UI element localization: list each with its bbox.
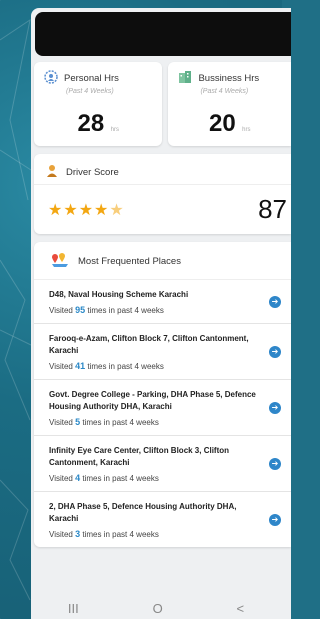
list-item[interactable]: Farooq-e-Azam, Clifton Block 7, Clifton … — [34, 324, 291, 380]
hours-row: Personal Hrs (Past 4 Weeks) 28 hrs Bussi… — [34, 62, 291, 146]
arrow-right-circle-icon[interactable]: ➔ — [269, 345, 281, 358]
frequent-places-card: Most Frequented Places D48, Naval Housin… — [34, 242, 291, 547]
place-visits: Visited 3 times in past 4 weeks — [49, 529, 159, 539]
driver-score-header: Driver Score — [34, 154, 291, 181]
business-hours-unit: hrs — [242, 127, 251, 133]
person-gear-icon — [44, 70, 58, 87]
place-name: D48, Naval Housing Scheme Karachi — [49, 290, 189, 299]
list-item[interactable]: Govt. Degree College - Parking, DHA Phas… — [34, 380, 291, 436]
personal-hours-value: 28 — [77, 110, 105, 137]
driver-score-title: Driver Score — [66, 167, 119, 178]
arrow-right-circle-icon[interactable]: ➔ — [269, 401, 281, 414]
personal-hours-header: Personal Hrs — [44, 70, 154, 87]
phone-screen: Personal Hrs (Past 4 Weeks) 28 hrs Bussi… — [31, 8, 291, 619]
place-name: Infinity Eye Care Center, Clifton Block … — [49, 446, 230, 467]
business-hours-header: Bussiness Hrs — [178, 70, 283, 87]
visit-count: 5 — [75, 417, 81, 427]
business-hours-period: (Past 4 Weeks) — [200, 88, 249, 95]
place-name: Farooq-e-Azam, Clifton Block 7, Clifton … — [49, 334, 249, 355]
frequent-places-title: Most Frequented Places — [78, 256, 181, 267]
list-item[interactable]: Infinity Eye Care Center, Clifton Block … — [34, 436, 291, 492]
back-button[interactable]: < — [237, 601, 245, 616]
business-hours-card[interactable]: Bussiness Hrs (Past 4 Weeks) 20 hrs — [168, 62, 291, 146]
home-button[interactable]: O — [153, 601, 163, 616]
list-item[interactable]: 2, DHA Phase 5, Defence Housing Authorit… — [34, 492, 291, 547]
visit-count: 41 — [75, 361, 86, 371]
status-bar — [35, 12, 291, 56]
arrow-right-circle-icon[interactable]: ➔ — [269, 295, 281, 308]
divider — [34, 184, 291, 185]
business-hours-value: 20 — [208, 110, 236, 137]
place-visits: Visited 5 times in past 4 weeks — [49, 417, 159, 427]
place-name: Govt. Degree College - Parking, DHA Phas… — [49, 390, 256, 411]
place-visits: Visited 41 times in past 4 weeks — [49, 361, 164, 371]
building-icon — [178, 70, 192, 87]
arrow-right-circle-icon[interactable]: ➔ — [269, 457, 281, 470]
personal-hours-unit: hrs — [110, 127, 119, 133]
arrow-right-circle-icon[interactable]: ➔ — [269, 513, 281, 526]
list-item[interactable]: D48, Naval Housing Scheme Karachi Visite… — [34, 280, 291, 324]
place-visits: Visited 95 times in past 4 weeks — [49, 305, 164, 315]
personal-hours-title: Personal Hrs — [64, 73, 119, 84]
place-visits: Visited 4 times in past 4 weeks — [49, 473, 159, 483]
business-hours-title: Bussiness Hrs — [198, 73, 260, 84]
personal-hours-period: (Past 4 Weeks) — [66, 88, 114, 95]
frequent-places-header: Most Frequented Places — [34, 242, 291, 280]
visit-count: 95 — [75, 305, 86, 315]
driver-score-value: 87 — [258, 194, 287, 224]
star-icon-half: ★ — [109, 202, 125, 219]
visit-count: 3 — [75, 529, 81, 539]
recents-button[interactable]: III — [68, 601, 79, 616]
driver-icon — [46, 164, 58, 181]
personal-hours-card[interactable]: Personal Hrs (Past 4 Weeks) 28 hrs — [34, 62, 163, 146]
android-nav-bar: III O < — [31, 588, 291, 619]
driver-score-card[interactable]: Driver Score ★★★★★ 87 — [34, 154, 291, 234]
visit-count: 4 — [75, 473, 81, 483]
star-rating: ★★★★★ — [48, 200, 125, 220]
map-pins-icon — [50, 252, 70, 271]
place-name: 2, DHA Phase 5, Defence Housing Authorit… — [49, 502, 237, 523]
star-icons-full: ★★★★ — [48, 202, 110, 219]
